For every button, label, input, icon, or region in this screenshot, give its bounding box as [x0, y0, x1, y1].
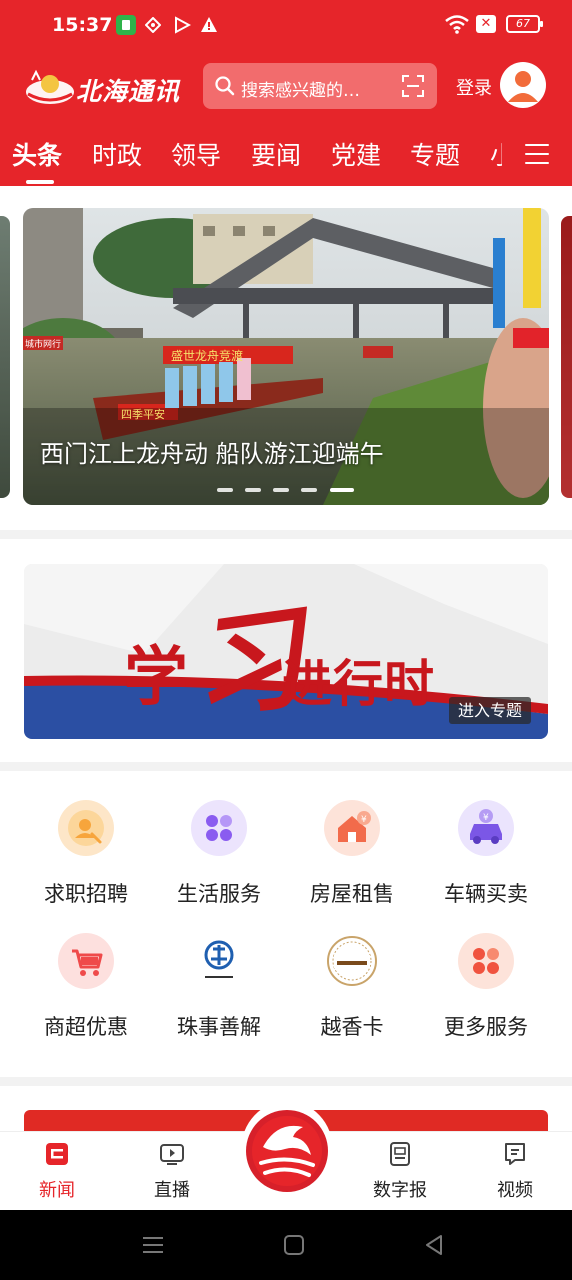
nav-video[interactable]: 视频: [475, 1132, 555, 1211]
yuexiangka-logo-icon: [324, 933, 380, 989]
logo-text: 北海通讯: [76, 77, 181, 106]
search-icon: [215, 76, 235, 96]
no-sim-icon: ✕: [476, 15, 496, 33]
recent-apps-icon[interactable]: [143, 1236, 163, 1254]
nav-label: 视频: [497, 1180, 533, 1201]
banner-title-xue: 学: [124, 640, 188, 715]
dolphin-logo-icon: [246, 1110, 328, 1192]
carousel-slide[interactable]: 盛世龙舟竞渡 四季平安 城市网行 西门江上龙舟动 船队游江迎端午: [23, 208, 549, 505]
play-store-icon: [173, 16, 192, 38]
house-rental-icon: ¥: [324, 800, 380, 856]
job-search-icon: [58, 800, 114, 856]
shopping-cart-icon: [58, 933, 114, 989]
pearl-logo-icon: [26, 69, 74, 104]
wifi-icon: [444, 14, 470, 38]
channel-menu-icon[interactable]: [525, 144, 549, 168]
service-job-recruitment[interactable]: 求职招聘: [21, 800, 151, 920]
avatar[interactable]: [500, 62, 546, 108]
live-tv-icon: [160, 1144, 184, 1165]
service-label: 生活服务: [177, 882, 261, 906]
service-zhushi[interactable]: 珠事善解: [154, 933, 284, 1053]
more-services-icon: [458, 933, 514, 989]
side-sign-text: 城市网行: [25, 340, 62, 350]
boat-banner-left-text: 四季平安: [121, 408, 165, 421]
system-navigation-bar: [0, 1210, 572, 1280]
service-house-rental[interactable]: ¥ 房屋租售: [287, 800, 417, 920]
life-service-icon: [191, 800, 247, 856]
svg-text:¥: ¥: [483, 813, 489, 823]
car-trade-icon: ¥: [458, 800, 514, 856]
service-more[interactable]: 更多服务: [421, 933, 551, 1053]
section-divider: [0, 762, 572, 771]
nav-label: 直播: [154, 1180, 190, 1201]
section-divider: [0, 1077, 572, 1086]
digital-paper-icon: [390, 1142, 410, 1166]
channel-tabs: 头条 时政 领导 要闻 党建 专题 小: [0, 128, 572, 186]
service-label: 车辆买卖: [444, 882, 528, 906]
carousel-dot[interactable]: [245, 488, 261, 492]
video-icon: [505, 1143, 525, 1165]
carousel-dot[interactable]: [217, 488, 233, 492]
user-avatar-icon: [508, 71, 538, 102]
service-life[interactable]: 生活服务: [154, 800, 284, 920]
nav-news[interactable]: 新闻: [17, 1132, 97, 1211]
app-notification-icon: [116, 15, 136, 39]
tab-fade: [500, 128, 520, 186]
login-link[interactable]: 登录: [456, 74, 492, 100]
tab-party-building[interactable]: 党建: [331, 136, 381, 172]
diamond-icon: [144, 16, 162, 37]
active-tab-indicator: [26, 180, 54, 184]
app-logo: 北海通讯: [24, 66, 188, 108]
study-topic-banner[interactable]: 学 习 进行时 进入专题: [24, 564, 548, 739]
svg-text:¥: ¥: [361, 815, 367, 825]
service-car-trade[interactable]: ¥ 车辆买卖: [421, 800, 551, 920]
section-divider: [0, 530, 572, 539]
center-home-button[interactable]: [241, 1101, 333, 1199]
status-bar: 15:37 ✕ 67: [0, 0, 572, 52]
enter-topic-button[interactable]: 进入专题: [449, 697, 531, 724]
carousel-dot[interactable]: [273, 488, 289, 492]
status-time: 15:37: [52, 14, 113, 36]
service-shopping-deals[interactable]: 商超优惠: [21, 933, 151, 1053]
zhushi-logo-icon: [191, 933, 247, 989]
nav-live[interactable]: 直播: [132, 1132, 212, 1211]
tab-special-topics[interactable]: 专题: [410, 136, 460, 172]
carousel-dot-active[interactable]: [330, 488, 354, 492]
home-icon[interactable]: [284, 1235, 304, 1255]
nav-label: 新闻: [39, 1180, 75, 1201]
tab-headlines[interactable]: 头条: [12, 136, 62, 172]
news-icon: [46, 1143, 68, 1165]
nav-label: 数字报: [373, 1180, 427, 1201]
search-placeholder: 搜索感兴趣的…: [241, 81, 360, 101]
service-label: 求职招聘: [44, 882, 128, 906]
service-yuexiangka[interactable]: 越香卡: [287, 933, 417, 1053]
carousel-dot[interactable]: [301, 488, 317, 492]
tab-major-news[interactable]: 要闻: [251, 136, 301, 172]
nav-digital-paper[interactable]: 数字报: [360, 1132, 440, 1211]
banner-title-rest: 进行时: [282, 654, 435, 713]
warning-icon: [200, 16, 218, 37]
scan-icon[interactable]: [401, 74, 425, 98]
service-label: 房屋租售: [310, 882, 394, 906]
tab-politics[interactable]: 时政: [92, 136, 142, 172]
battery-icon: 67: [506, 15, 543, 33]
service-label: 珠事善解: [177, 1015, 261, 1039]
service-label: 更多服务: [444, 1015, 528, 1039]
carousel-title: 西门江上龙舟动 船队游江迎端午: [40, 440, 384, 468]
back-icon[interactable]: [425, 1235, 443, 1255]
tab-leaders[interactable]: 领导: [171, 136, 221, 172]
carousel-next-slide[interactable]: [561, 216, 572, 498]
service-label: 越香卡: [320, 1015, 384, 1039]
boat-banner-text: 盛世龙舟竞渡: [171, 349, 244, 363]
service-label: 商超优惠: [44, 1015, 128, 1039]
search-bar[interactable]: 搜索感兴趣的…: [203, 63, 437, 109]
carousel-prev-slide[interactable]: [0, 216, 10, 498]
